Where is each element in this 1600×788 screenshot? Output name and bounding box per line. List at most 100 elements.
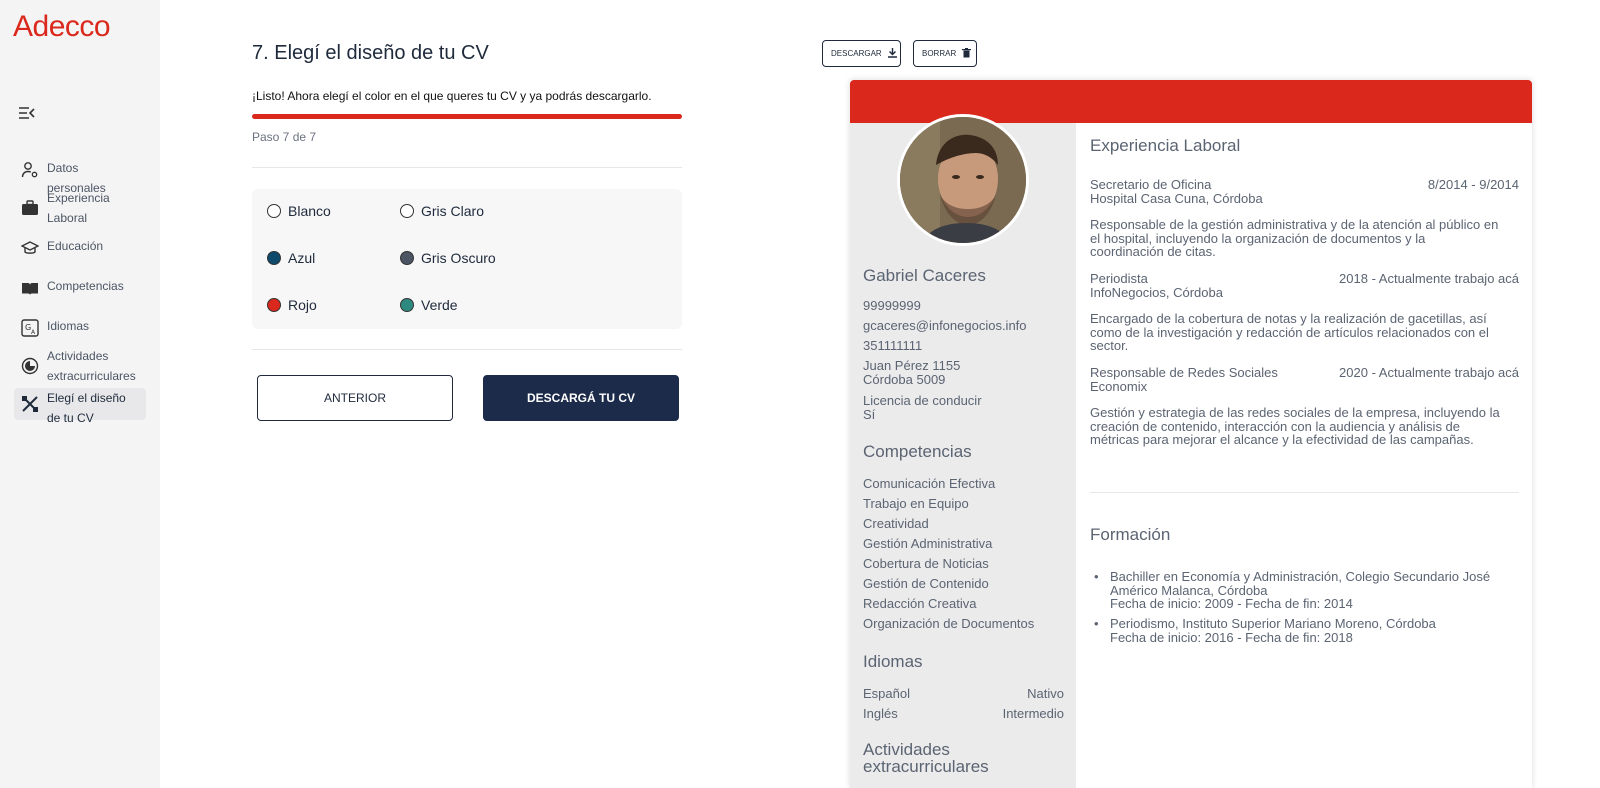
cv-skill: Organización de Documentos [863, 616, 1035, 631]
cv-experience-description: Responsable de la gestión administrativa… [1090, 217, 1499, 259]
color-option-verde[interactable]: Verde [400, 297, 458, 313]
cv-experience-title: Experiencia Laboral [1090, 136, 1241, 155]
sidebar-item-educacion[interactable]: Educación [14, 236, 146, 260]
color-option-label: Gris Claro [421, 203, 485, 219]
cv-education-dates: Fecha de inicio: 2016 - Fecha de fin: 20… [1110, 629, 1353, 645]
cv-phone-alt: 351111111 [863, 338, 923, 353]
sidebar-item-label: Elegí el diseño de tu CV [47, 391, 126, 425]
radio-button[interactable] [267, 204, 281, 218]
radio-button[interactable] [267, 251, 281, 265]
cv-skills-title: Competencias [863, 442, 972, 461]
translate-icon: GA [20, 318, 40, 338]
download-icon [887, 47, 897, 60]
cv-skill: Cobertura de Noticias [863, 556, 989, 571]
cv-language-level: Nativo [1027, 686, 1064, 701]
cv-phone: 99999999 [863, 298, 921, 313]
progress-bar [252, 114, 682, 119]
briefcase-icon [20, 198, 40, 218]
sidebar-item-competencias[interactable]: Competencias [14, 276, 146, 300]
cv-skill: Redacción Creativa [863, 596, 977, 611]
sidebar-item-actividades[interactable]: Actividades extracurriculares [14, 346, 146, 386]
cv-experience-role: Periodista [1090, 271, 1148, 286]
delete-button[interactable]: BORRAR [913, 40, 977, 67]
divider [252, 167, 682, 168]
cv-education-item: Bachiller en Economía y Administración, … [1094, 569, 1520, 611]
cv-email: gcaceres@infonegocios.info [863, 318, 1027, 333]
adecco-logo[interactable]: Adecco [13, 10, 111, 44]
radio-button[interactable] [267, 298, 281, 312]
sidebar: Adecco Datos personales Experiencia Labo… [0, 0, 160, 788]
delete-button-label: BORRAR [922, 49, 957, 58]
cv-language-level: Intermedio [1002, 706, 1064, 721]
sidebar-item-idiomas[interactable]: GA Idiomas [14, 316, 146, 340]
cv-languages-title: Idiomas [863, 652, 923, 671]
sidebar-item-label: Actividades extracurriculares [47, 349, 136, 383]
cv-name: Gabriel Caceres [863, 266, 986, 285]
cv-activities-title: Actividades extracurriculares [863, 740, 989, 776]
color-option-blanco[interactable]: Blanco [267, 203, 331, 219]
cv-education-dates: Fecha de inicio: 2009 - Fecha de fin: 20… [1110, 596, 1353, 611]
cv-skill: Trabajo en Equipo [863, 496, 969, 511]
cv-education-item: Periodismo, Instituto Superior Mariano M… [1094, 616, 1520, 645]
sidebar-item-label: Experiencia Laboral [47, 191, 110, 225]
color-option-label: Gris Oscuro [421, 250, 496, 266]
cv-education-title: Formación [1090, 525, 1171, 544]
cv-experience-company: InfoNegocios, Córdoba [1090, 285, 1223, 300]
cv-license-value: Sí [863, 407, 876, 422]
cv-education-name: Bachiller en Economía y Administración, … [1110, 569, 1491, 598]
svg-text:A: A [31, 329, 36, 336]
sidebar-item-label: Idiomas [47, 319, 90, 333]
cv-experience-period: 8/2014 - 9/2014 [1427, 177, 1519, 192]
cv-skill: Creatividad [863, 516, 929, 531]
cv-license-label: Licencia de conducir [863, 393, 982, 408]
cv-experience-company: Hospital Casa Cuna, Córdoba [1090, 191, 1263, 206]
color-option-label: Azul [288, 250, 316, 266]
color-option-azul[interactable]: Azul [267, 250, 315, 266]
user-gear-icon [20, 160, 40, 180]
collapse-menu-icon[interactable] [18, 106, 36, 120]
cv-preview: Gabriel Caceres 99999999 gcaceres@infone… [850, 80, 1532, 788]
cv-experience-role: Secretario de Oficina [1090, 177, 1212, 192]
previous-button[interactable]: ANTERIOR [257, 375, 453, 421]
cv-experience-description: Gestión y estrategia de las redes social… [1090, 405, 1500, 447]
radio-button[interactable] [400, 298, 414, 312]
cv-language-name: Inglés [863, 706, 898, 721]
cv-experience-header: Secretario de Oficina 8/2014 - 9/2014 [1090, 178, 1519, 192]
cv-language-row: Español Nativo [863, 686, 1064, 701]
sidebar-item-datos-personales[interactable]: Datos personales [14, 158, 146, 195]
download-button[interactable]: DESCARGAR [822, 40, 901, 67]
cv-skill: Gestión Administrativa [863, 536, 993, 551]
profile-photo [897, 114, 1029, 246]
cv-experience-description: Encargado de la cobertura de notas y la … [1090, 311, 1489, 353]
cv-experience-header: Periodista 2018 - Actualmente trabajo ac… [1090, 272, 1519, 286]
divider [1090, 492, 1519, 493]
cv-language-name: Español [863, 686, 910, 701]
cv-skill: Comunicación Efectiva [863, 476, 996, 491]
cv-experience-company: Economix [1090, 379, 1148, 394]
radio-button[interactable] [400, 251, 414, 265]
cv-address: Juan Pérez 1155 [863, 358, 961, 373]
sidebar-item-label: Competencias [47, 279, 124, 293]
color-option-label: Verde [421, 297, 458, 313]
sidebar-item-experiencia[interactable]: Experiencia Laboral [14, 188, 146, 228]
cv-language-row: Inglés Intermedio [863, 706, 1064, 721]
sidebar-item-diseno[interactable]: Elegí el diseño de tu CV [14, 388, 146, 425]
cv-address-city: Córdoba 5009 [863, 372, 946, 387]
divider [252, 349, 682, 350]
color-option-rojo[interactable]: Rojo [267, 297, 317, 313]
color-option-label: Blanco [288, 203, 331, 219]
download-cv-button[interactable]: DESCARGÁ TU CV [483, 375, 679, 421]
page-title: 7. Elegí el diseño de tu CV [252, 42, 489, 64]
trash-icon [962, 47, 972, 60]
color-option-gris-oscuro[interactable]: Gris Oscuro [400, 250, 496, 266]
graduation-cap-icon [20, 238, 40, 258]
cv-experience-period: 2018 - Actualmente trabajo acá [1339, 271, 1519, 286]
sidebar-item-label: Educación [47, 239, 104, 253]
cv-experience-role: Responsable de Redes Sociales [1090, 365, 1278, 380]
radio-button[interactable] [400, 204, 414, 218]
color-options-panel: Blanco Gris Claro Azul Gris Oscuro Rojo … [252, 189, 682, 329]
cv-skill: Gestión de Contenido [863, 576, 989, 591]
badge-icon [20, 356, 40, 376]
color-option-gris-claro[interactable]: Gris Claro [400, 203, 484, 219]
cv-education-name: Periodismo, Instituto Superior Mariano M… [1110, 616, 1436, 631]
